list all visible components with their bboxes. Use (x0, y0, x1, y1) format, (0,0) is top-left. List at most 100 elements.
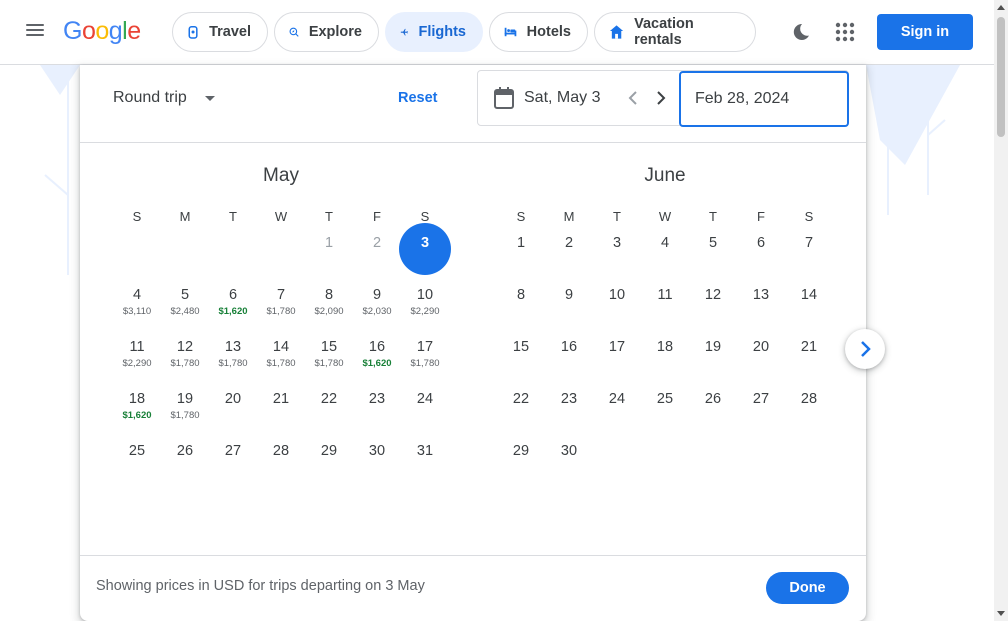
trip-type-dropdown[interactable]: Round trip (113, 89, 215, 107)
day-price: $1,780 (410, 358, 440, 369)
calendar-day[interactable]: 30 (545, 437, 593, 489)
google-apps-icon[interactable] (834, 21, 856, 43)
calendar-day[interactable]: 16 (545, 333, 593, 385)
calendar-day[interactable]: 16 $1,620 (353, 333, 401, 385)
calendar-day[interactable]: 3 (593, 229, 641, 281)
done-button[interactable]: Done (766, 572, 849, 604)
day-number: 8 (516, 287, 526, 303)
sign-in-button[interactable]: Sign in (877, 14, 973, 50)
calendar-day[interactable]: 29 (497, 437, 545, 489)
calendar-day[interactable]: 15 $1,780 (305, 333, 353, 385)
dark-mode-icon[interactable] (790, 21, 812, 43)
calendar-day[interactable]: 4 (641, 229, 689, 281)
calendar-day[interactable]: 9 $2,030 (353, 281, 401, 333)
calendar-day-selected[interactable]: 3 (399, 223, 451, 281)
calendar-day[interactable]: 21 (785, 333, 833, 385)
calendar-day[interactable]: 14 $1,780 (257, 333, 305, 385)
date-picker-footer: Showing prices in USD for trips departin… (80, 555, 866, 621)
calendar-day[interactable]: 5 $2,480 (161, 281, 209, 333)
calendar-day[interactable]: 8 $2,090 (305, 281, 353, 333)
google-logo[interactable]: Google (63, 17, 141, 46)
calendar-day[interactable]: 4 $3,110 (113, 281, 161, 333)
calendar-day[interactable]: 19 (689, 333, 737, 385)
calendar-day[interactable]: 11 $2,290 (113, 333, 161, 385)
day-number: 28 (800, 391, 818, 407)
calendar-day[interactable]: 5 (689, 229, 737, 281)
calendar-month-june: June SMTWTFS 1 2 3 4 5 6 7 8 9 10 11 12 13 14 15 16 17 18… (497, 165, 833, 459)
calendar-day[interactable]: 12 (689, 281, 737, 333)
calendar-day[interactable]: 6 $1,620 (209, 281, 257, 333)
previous-date-icon[interactable] (626, 89, 640, 107)
calendar-day[interactable]: 17 (593, 333, 641, 385)
calendar-day[interactable]: 10 $2,290 (401, 281, 449, 333)
calendar-day[interactable]: 26 (161, 437, 209, 489)
calendar-day[interactable]: 31 (401, 437, 449, 489)
nav-hotels[interactable]: Hotels (489, 12, 588, 52)
bed-icon (504, 27, 517, 37)
calendar-day[interactable]: 7 $1,780 (257, 281, 305, 333)
calendar-day[interactable]: 14 (785, 281, 833, 333)
calendar-day[interactable]: 11 (641, 281, 689, 333)
scrollbar-thumb[interactable] (997, 17, 1005, 137)
day-price: $2,480 (170, 306, 200, 317)
calendar-day[interactable]: 27 (209, 437, 257, 489)
calendar-day[interactable]: 15 (497, 333, 545, 385)
calendar-day[interactable]: 18 (641, 333, 689, 385)
calendar-day[interactable]: 13 (737, 281, 785, 333)
next-month-button[interactable] (845, 329, 885, 369)
scroll-down-arrow-icon[interactable] (997, 611, 1005, 616)
calendar-day[interactable]: 27 (737, 385, 785, 437)
calendar-day[interactable]: 23 (353, 385, 401, 437)
calendar-day[interactable]: 21 (257, 385, 305, 437)
day-number: 26 (704, 391, 722, 407)
day-number: 5 (708, 235, 718, 251)
day-number: 14 (800, 287, 818, 303)
day-number: 1 (324, 235, 334, 251)
nav-explore[interactable]: Explore (274, 12, 379, 52)
calendar-day[interactable]: 18 $1,620 (113, 385, 161, 437)
nav-flights[interactable]: Flights (385, 12, 483, 52)
calendar-day[interactable]: 8 (497, 281, 545, 333)
calendar-day[interactable]: 9 (545, 281, 593, 333)
weekday-label: S (420, 209, 430, 224)
calendar-day[interactable]: 24 (593, 385, 641, 437)
calendar-day[interactable]: 20 (737, 333, 785, 385)
calendar-day[interactable]: 24 (401, 385, 449, 437)
departure-date[interactable]: Sat, May 3 (524, 89, 600, 107)
calendar-day[interactable]: 13 $1,780 (209, 333, 257, 385)
main-menu-icon[interactable] (24, 21, 46, 43)
day-number: 11 (129, 339, 145, 355)
calendar-day[interactable]: 28 (785, 385, 833, 437)
return-date-input[interactable] (679, 71, 849, 127)
day-number: 18 (128, 391, 146, 407)
calendar-day[interactable]: 17 $1,780 (401, 333, 449, 385)
calendar-day[interactable]: 29 (305, 437, 353, 489)
day-number: 31 (416, 443, 434, 459)
nav-travel[interactable]: Travel (172, 12, 268, 52)
scroll-up-arrow-icon[interactable] (997, 5, 1005, 10)
next-date-icon[interactable] (654, 89, 668, 107)
calendar-day[interactable]: 7 (785, 229, 833, 281)
calendar-day[interactable]: 22 (305, 385, 353, 437)
calendar-day[interactable]: 10 (593, 281, 641, 333)
calendar-icon (494, 87, 514, 109)
day-number: 15 (512, 339, 530, 355)
calendar-day[interactable]: 22 (497, 385, 545, 437)
day-number: 29 (320, 443, 338, 459)
calendar-day[interactable]: 12 $1,780 (161, 333, 209, 385)
calendar-day[interactable]: 30 (353, 437, 401, 489)
calendar-day[interactable]: 23 (545, 385, 593, 437)
calendar-day[interactable]: 6 (737, 229, 785, 281)
day-number: 2 (564, 235, 574, 251)
calendar-day[interactable]: 25 (641, 385, 689, 437)
page-scrollbar[interactable] (994, 0, 1008, 621)
nav-vacation-rentals[interactable]: Vacation rentals (594, 12, 756, 52)
calendar-day[interactable]: 28 (257, 437, 305, 489)
reset-button[interactable]: Reset (398, 90, 438, 106)
calendar-day[interactable]: 26 (689, 385, 737, 437)
calendar-day[interactable]: 2 (545, 229, 593, 281)
calendar-day[interactable]: 20 (209, 385, 257, 437)
calendar-day[interactable]: 25 (113, 437, 161, 489)
calendar-day[interactable]: 1 (497, 229, 545, 281)
calendar-day[interactable]: 19 $1,780 (161, 385, 209, 437)
